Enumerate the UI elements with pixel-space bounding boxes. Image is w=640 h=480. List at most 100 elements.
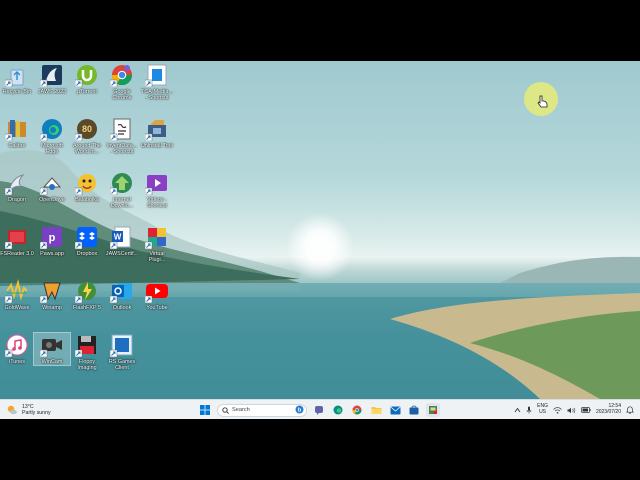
chrome-icon bbox=[109, 63, 134, 88]
battery-icon[interactable] bbox=[581, 407, 591, 413]
system-tray: ENG US 12:54 2023/07/20 bbox=[514, 402, 634, 418]
desktop-screen: Recycle Bin JAWS 2023 µTorrent Google Chrom… bbox=[0, 61, 640, 419]
desktop-icon-label: µTorrent bbox=[77, 89, 97, 95]
desktop-icon-rs-games[interactable]: RS Games Client bbox=[104, 333, 140, 371]
flashfxp-icon bbox=[74, 279, 99, 304]
letterbox-bottom bbox=[0, 419, 640, 480]
jaws-icon bbox=[39, 63, 64, 88]
desktop-icon-idm[interactable]: Internet Downlo... bbox=[104, 171, 140, 209]
desktop-icon-balabolka[interactable]: Balabolka bbox=[69, 171, 105, 203]
wifi-icon[interactable] bbox=[553, 406, 562, 414]
youtube-icon bbox=[144, 279, 169, 304]
videos-shortcut-icon bbox=[144, 171, 169, 196]
desktop-icon-opendrive[interactable]: OpenDrive bbox=[34, 171, 70, 203]
desktop-icon-label: Google Chrome bbox=[112, 89, 132, 101]
idm-icon bbox=[109, 171, 134, 196]
desktop-icon-goldwave[interactable]: GoldWave bbox=[0, 279, 35, 311]
desktop-icon-label: FlashFXP 5 bbox=[72, 305, 102, 311]
recycle-bin-icon bbox=[4, 63, 29, 88]
itunes-icon bbox=[4, 333, 29, 358]
balabolka-icon bbox=[74, 171, 99, 196]
clock[interactable]: 12:54 2023/07/20 bbox=[596, 404, 621, 415]
desktop-icon-virtual-plugin[interactable]: Virtual Plugi... bbox=[139, 225, 175, 263]
rs-games-icon bbox=[109, 333, 134, 358]
desktop-icon-youtube[interactable]: YouTube bbox=[139, 279, 175, 311]
paws-app-icon: p bbox=[39, 225, 64, 250]
notification-bell-icon[interactable] bbox=[626, 406, 634, 414]
bing-icon[interactable]: b bbox=[295, 401, 304, 419]
desktop-icon-calibre[interactable]: Calibre bbox=[0, 117, 35, 149]
mail-icon[interactable] bbox=[388, 403, 402, 417]
language-indicator[interactable]: ENG US bbox=[537, 404, 548, 415]
chrome-taskbar-icon[interactable] bbox=[350, 403, 364, 417]
inventdata-icon bbox=[109, 117, 134, 142]
desktop-icon-label: Internet Downlo... bbox=[110, 197, 134, 209]
desktop-icon-flashfxp[interactable]: FlashFXP 5 bbox=[69, 279, 105, 311]
desktop-icon-chrome[interactable]: Google Chrome bbox=[104, 63, 140, 101]
around-world-icon: 80 bbox=[74, 117, 99, 142]
uninstall-tool-icon bbox=[144, 117, 169, 142]
edge-taskbar-icon[interactable] bbox=[331, 403, 345, 417]
dragon-icon bbox=[4, 171, 29, 196]
desktop-icon-jaws[interactable]: JAWS 2023 bbox=[34, 63, 70, 95]
desktop-icon-label: Calibre bbox=[8, 143, 26, 149]
desktop-icon-dragon[interactable]: Dragon bbox=[0, 171, 35, 203]
desktop-icon-wincam[interactable]: WinCam bbox=[33, 332, 71, 366]
desktop-icon-label: FSReader 3.0 bbox=[0, 251, 34, 257]
teams-chat-icon[interactable] bbox=[312, 403, 326, 417]
desktop-icon-floppy-imaging[interactable]: Floppy Imaging bbox=[69, 333, 105, 371]
svg-text:p: p bbox=[49, 232, 56, 244]
desktop-icon-label: Outlook bbox=[112, 305, 132, 311]
desktop-icon-paws-app[interactable]: p Paws.app bbox=[34, 225, 70, 257]
microphone-icon[interactable] bbox=[526, 406, 532, 414]
desktop-icon-winamp[interactable]: Winamp bbox=[34, 279, 70, 311]
winamp-icon bbox=[39, 279, 64, 304]
taskbar-center: Search b bbox=[198, 402, 440, 418]
partly-sunny-icon bbox=[7, 405, 17, 415]
search-placeholder: Search bbox=[232, 407, 250, 413]
desktop-icon-edge[interactable]: Microsoft Edge bbox=[34, 117, 70, 155]
desktop-icon-utorrent[interactable]: µTorrent bbox=[69, 63, 105, 95]
svg-text:W: W bbox=[114, 233, 122, 242]
desktop-icon-label: YouTube bbox=[146, 305, 168, 311]
desktop-icon-recycle-bin[interactable]: Recycle Bin bbox=[0, 63, 35, 95]
desktop-icon-label: Uninstall Tool bbox=[141, 143, 173, 149]
desktop-icon-label: iTunes bbox=[9, 359, 25, 365]
desktop-icon-label: Videos - Shortcut bbox=[146, 197, 168, 209]
hand-cursor-icon bbox=[537, 95, 548, 108]
desktop-icon-tca-media[interactable]: TCA-Media... - Shortcut bbox=[139, 63, 175, 101]
desktop-icon-label: Microsoft Edge bbox=[41, 143, 63, 155]
app-taskbar-icon[interactable] bbox=[426, 403, 440, 417]
clock-date: 2023/07/20 bbox=[595, 409, 621, 415]
windows-start-icon[interactable] bbox=[198, 403, 212, 417]
desktop-icon-label: WinCam bbox=[41, 359, 63, 365]
goldwave-icon bbox=[4, 279, 29, 304]
calibre-icon bbox=[4, 117, 29, 142]
desktop-icon-label: Paws.app bbox=[40, 251, 64, 257]
desktop-icon-word-doc[interactable]: W JAWSCertif... bbox=[104, 225, 140, 257]
chevron-up-icon[interactable] bbox=[514, 407, 521, 413]
desktop-icon-around-world[interactable]: 80 Around The World In... bbox=[69, 117, 105, 155]
word-doc-icon: W bbox=[109, 225, 134, 250]
store-icon[interactable] bbox=[407, 403, 421, 417]
wincam-icon bbox=[39, 333, 64, 358]
desktop-icon-label: JAWSCertif... bbox=[105, 251, 139, 257]
taskbar: 13°C Partly sunny Search b ENG US 12:54 … bbox=[0, 399, 640, 419]
desktop-icon-outlook[interactable]: Outlook bbox=[104, 279, 140, 311]
edge-icon bbox=[39, 117, 64, 142]
desktop-icon-inventdata[interactable]: InventData... - Shortcut bbox=[104, 117, 140, 155]
volume-icon[interactable] bbox=[567, 407, 576, 414]
desktop-icon-label: InventData... - Shortcut bbox=[106, 143, 138, 155]
desktop-icon-label: GoldWave bbox=[4, 305, 30, 311]
desktop-icon-label: Floppy Imaging bbox=[77, 359, 97, 371]
search-icon bbox=[222, 406, 229, 414]
desktop-icon-dropbox[interactable]: Dropbox bbox=[69, 225, 105, 257]
file-explorer-icon[interactable] bbox=[369, 403, 383, 417]
weather-widget[interactable]: 13°C Partly sunny bbox=[6, 402, 51, 418]
desktop-icon-fsreader[interactable]: FSReader 3.0 bbox=[0, 225, 35, 257]
desktop-icon-itunes[interactable]: iTunes bbox=[0, 333, 35, 365]
desktop-icon-uninstall-tool[interactable]: Uninstall Tool bbox=[139, 117, 175, 149]
tca-media-icon bbox=[144, 63, 169, 88]
taskbar-search-box[interactable]: Search b bbox=[217, 401, 307, 419]
desktop-icon-videos-shortcut[interactable]: Videos - Shortcut bbox=[139, 171, 175, 209]
